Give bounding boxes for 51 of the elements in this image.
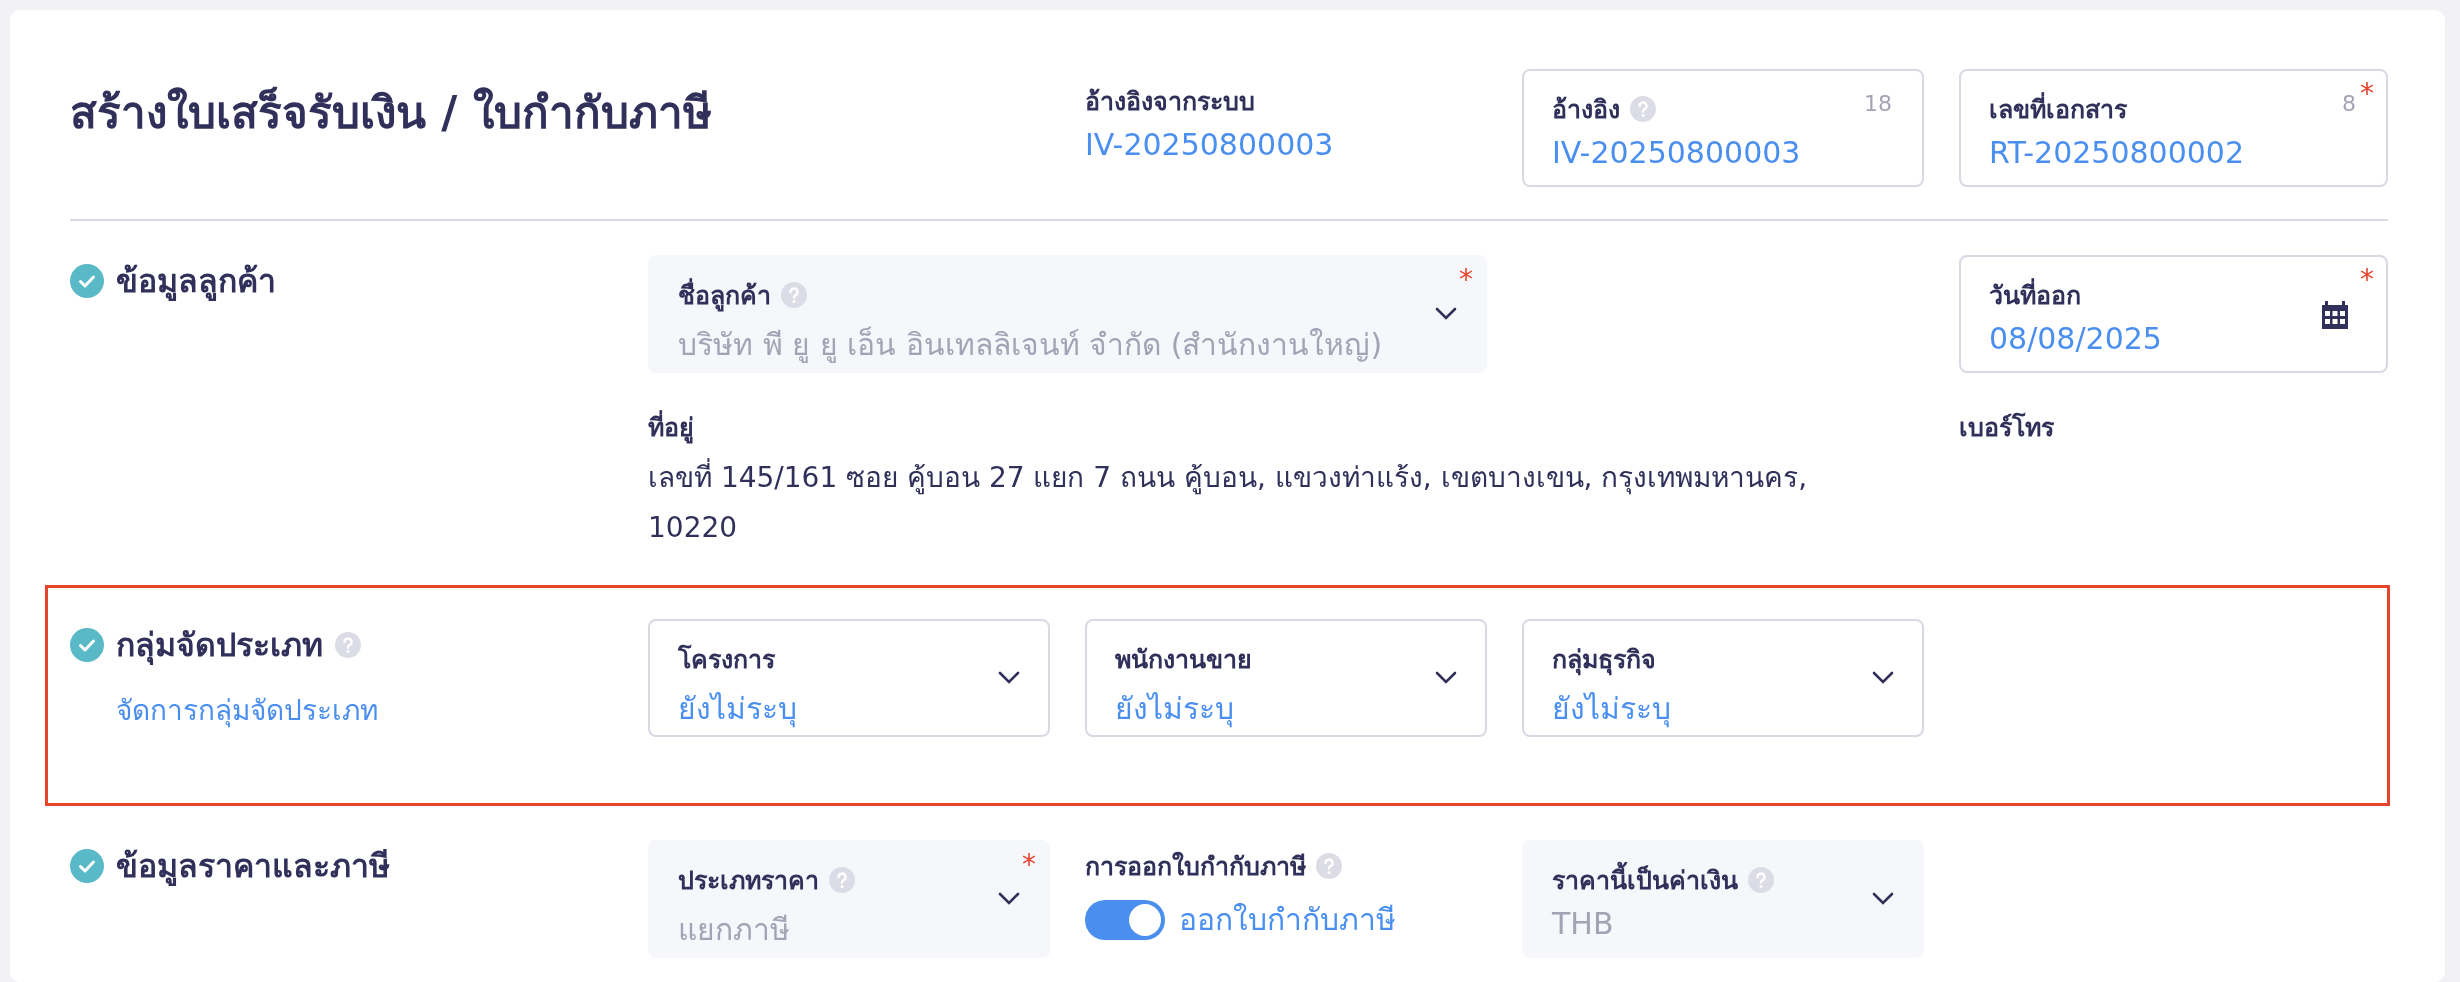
field-label: ที่อยู่: [648, 407, 1924, 447]
chevron-down-icon: [1435, 671, 1457, 685]
select-field[interactable]: กลุ่มธุรกิจ ยังไม่ระบุ: [1522, 619, 1924, 737]
required-mark: *: [1459, 263, 1473, 296]
required-mark: *: [2360, 77, 2374, 110]
field-label: ราคานี้เป็นค่าเงิน: [1552, 860, 1738, 900]
page-title: สร้างใบเสร็จรับเงิน / ใบกำกับภาษี: [70, 85, 713, 140]
select-field[interactable]: โครงการ ยังไม่ระบุ: [648, 619, 1050, 737]
field-value: RT-20250800002: [1989, 135, 2245, 170]
help-icon[interactable]: [1316, 853, 1342, 879]
chevron-down-icon: [1872, 892, 1894, 906]
field-value: ยังไม่ระบุ: [1115, 690, 1235, 730]
select-field[interactable]: พนักงานขาย ยังไม่ระบุ: [1085, 619, 1487, 737]
character-counter: 8: [2342, 91, 2356, 116]
help-icon[interactable]: [335, 631, 361, 658]
field-label: พนักงานขาย: [1115, 644, 1252, 676]
field-value: IV-20250800003: [1552, 135, 1802, 170]
help-icon[interactable]: [1630, 96, 1656, 122]
toggle-switch[interactable]: [1085, 899, 1165, 940]
field-label: การออกใบกำกับภาษี: [1085, 850, 1306, 883]
section-title: ข้อมูลราคาและภาษี: [116, 846, 390, 888]
field-label: โครงการ: [678, 643, 775, 676]
field-label: อ้างอิงจากระบบ: [1085, 86, 1256, 118]
text-field[interactable]: อ้างอิง IV-20250800003 18: [1522, 69, 1924, 187]
chevron-down-icon: [998, 671, 1020, 685]
character-counter: 18: [1864, 91, 1892, 116]
field-value: 08/08/2025: [1989, 321, 2163, 356]
toggle-label: ออกใบกำกับภาษี: [1179, 901, 1396, 939]
field-label: เบอร์โทร: [1959, 411, 2055, 444]
field-label: วันที่ออก: [1989, 275, 2081, 315]
section-title: ข้อมูลลูกค้า: [116, 261, 276, 303]
field-value: IV-20250800003: [1085, 127, 1335, 162]
date-field[interactable]: วันที่ออก 08/08/2025 *: [1959, 255, 2388, 373]
field-label: กลุ่มธุรกิจ: [1552, 644, 1656, 678]
address-text: เลขที่ 145/161 ซอย คู้บอน 27 แยก 7 ถนน คู้บอน, แขวงท่าแร้ง, เขตบางเขน, กรุงเทพมหานคร, 10220: [648, 453, 1888, 553]
field-label: อ้างอิง: [1552, 94, 1620, 126]
field-label: ประเภทราคา: [678, 865, 819, 897]
field-label: เลขที่เอกสาร: [1989, 89, 2127, 129]
field-value: ยังไม่ระบุ: [1552, 690, 1672, 730]
field-label: ชื่อลูกค้า: [678, 275, 771, 315]
field-value: THB: [1552, 906, 1615, 941]
required-mark: *: [2360, 263, 2374, 296]
chevron-down-icon: [998, 892, 1020, 906]
section-title: กลุ่มจัดประเภท: [116, 625, 323, 667]
chevron-down-icon: [1872, 671, 1894, 685]
calendar-icon[interactable]: [2322, 301, 2348, 329]
required-mark: *: [1022, 848, 1036, 881]
field-value: บริษัท พี ยู ยู เอ็น อินเทลลิเจนท์ จำกัด (สำนักงานใหญ่): [678, 325, 1384, 365]
field-value: ยังไม่ระบุ: [678, 690, 798, 730]
field-value: แยกภาษี: [678, 911, 791, 949]
chevron-down-icon: [1435, 307, 1457, 321]
